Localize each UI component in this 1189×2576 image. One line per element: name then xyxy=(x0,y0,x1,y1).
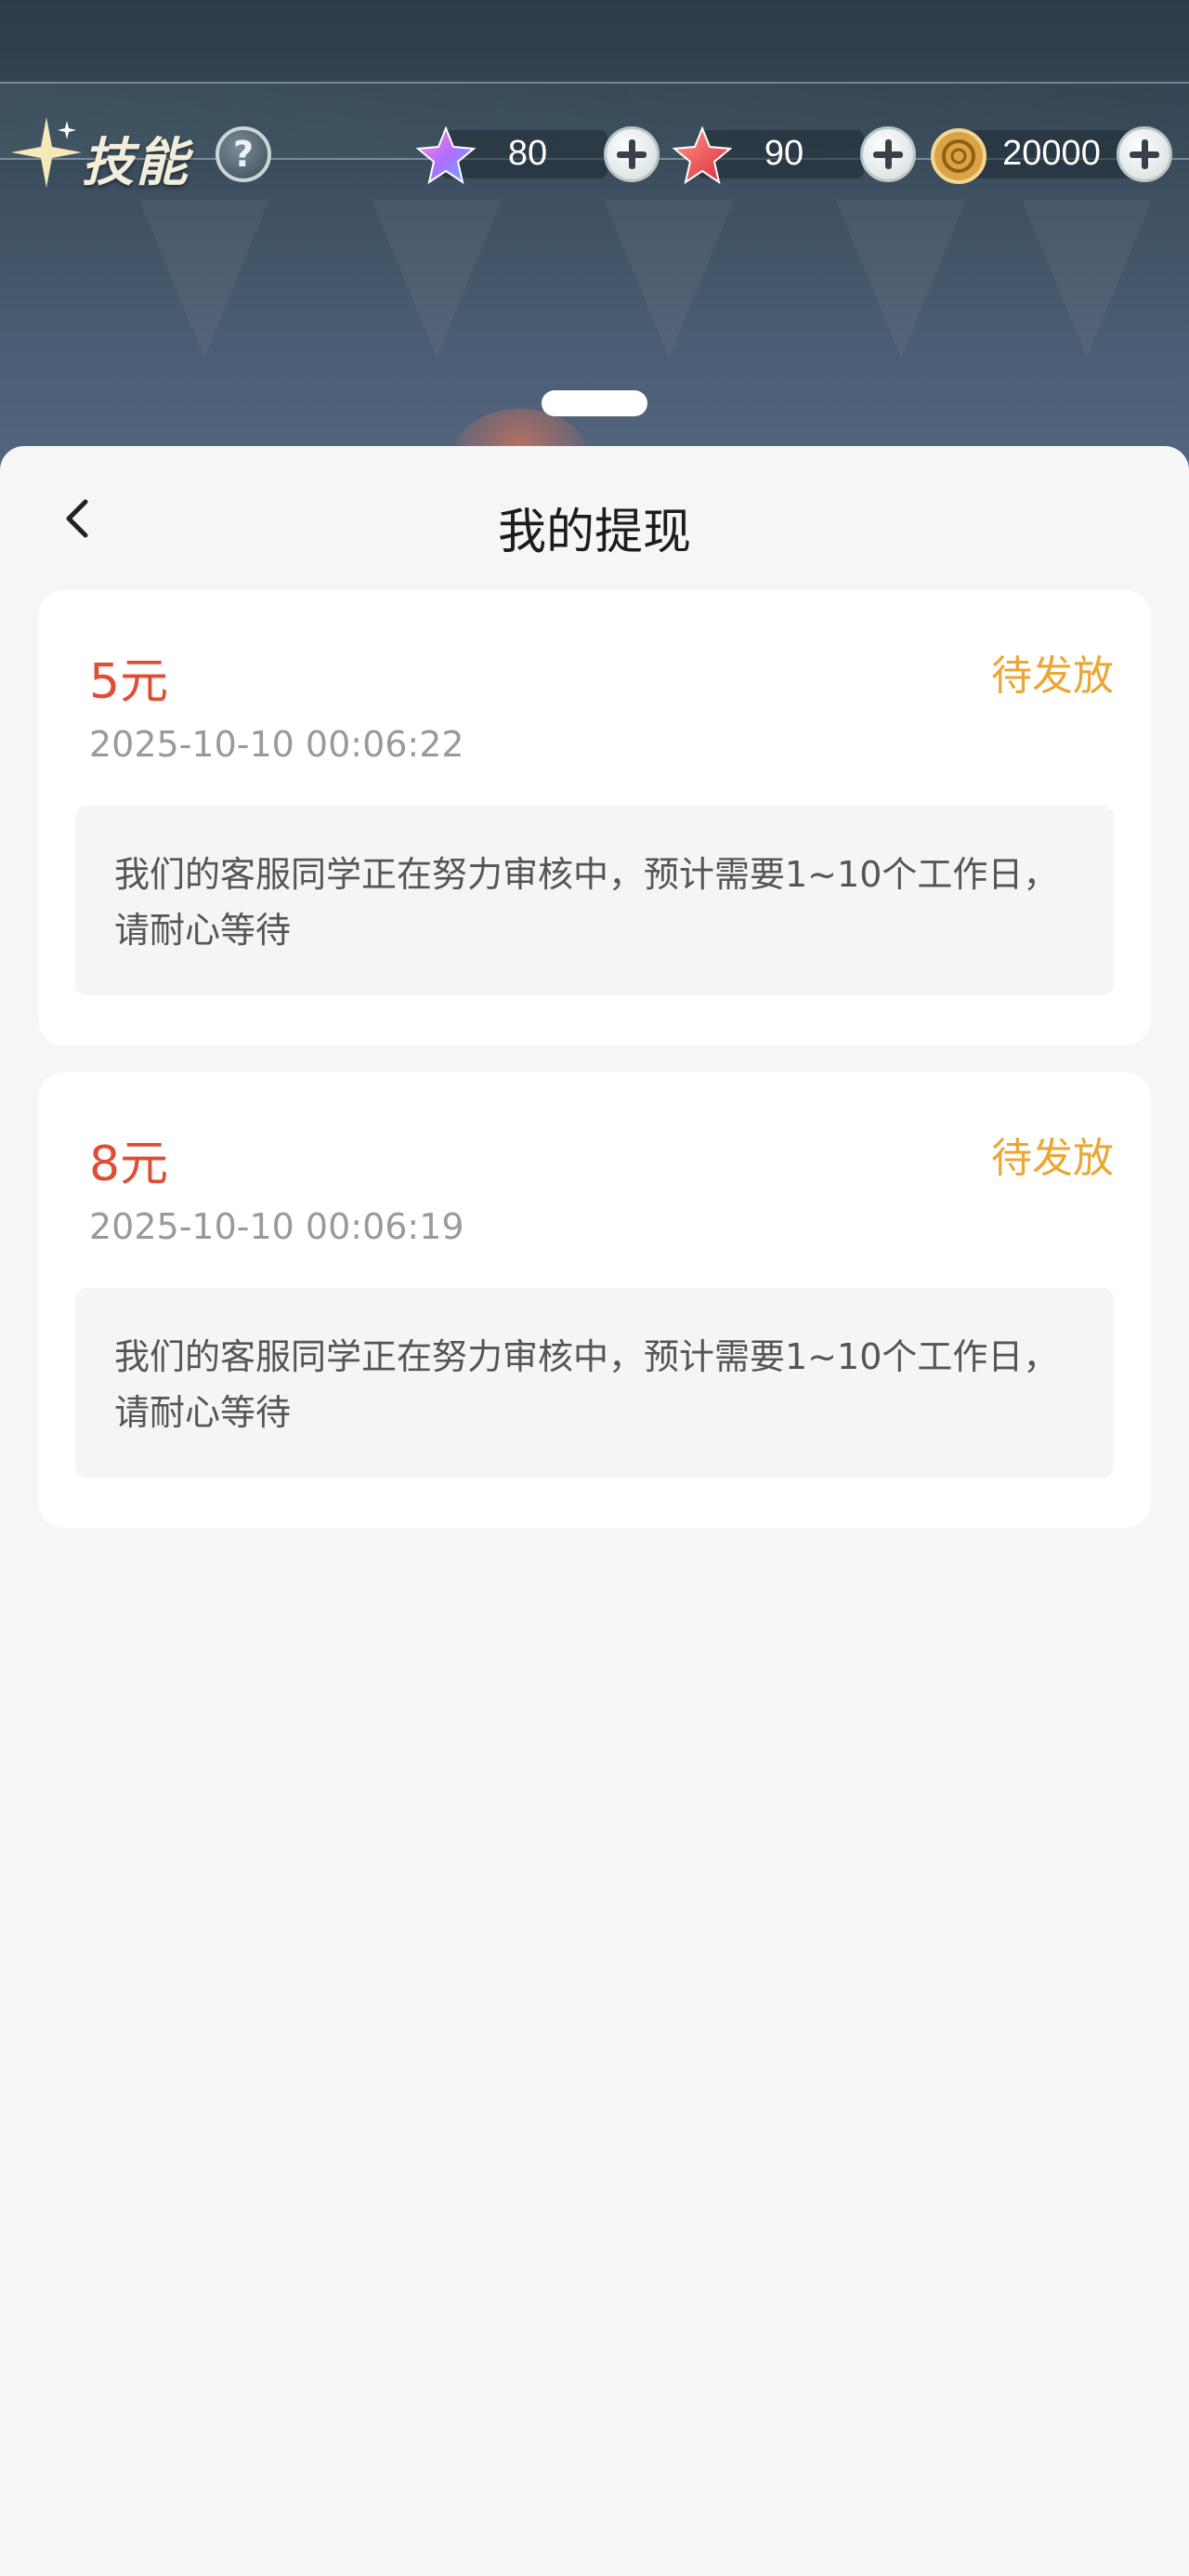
withdrawal-note: 我们的客服同学正在努力审核中，预计需要1~10个工作日，请耐心等待 xyxy=(75,806,1114,995)
background-decoration xyxy=(139,200,269,358)
withdrawal-note: 我们的客服同学正在努力审核中，预计需要1~10个工作日，请耐心等待 xyxy=(75,1288,1114,1478)
background-decoration xyxy=(372,200,502,358)
currency-value: 90 xyxy=(764,134,804,173)
withdrawal-card: 8元 待发放 2025-10-10 00:06:19 我们的客服同学正在努力审核… xyxy=(38,1072,1151,1528)
currency-value: 20000 xyxy=(1002,134,1101,173)
purple-star-icon xyxy=(416,126,476,185)
add-purple-star-button[interactable] xyxy=(604,126,660,182)
background-decoration xyxy=(836,200,966,358)
currency-gold-coin: 20000 xyxy=(929,126,1176,184)
background-decoration xyxy=(604,200,734,358)
red-star-icon xyxy=(673,126,732,185)
page-title: 我的提现 xyxy=(497,505,691,560)
background-decoration xyxy=(1022,200,1152,358)
withdrawal-amount: 5元 xyxy=(89,654,169,710)
currency-purple-star: 80 xyxy=(416,126,660,185)
currency-red-star: 90 xyxy=(673,126,916,185)
sheet-drag-handle[interactable] xyxy=(542,390,647,416)
withdrawal-sheet: 我的提现 5元 待发放 2025-10-10 00:06:22 我们的客服同学正… xyxy=(0,446,1189,2576)
withdrawal-status: 待发放 xyxy=(991,652,1114,700)
sparkle-icon xyxy=(11,117,82,188)
currency-value: 80 xyxy=(507,134,548,173)
withdrawal-amount: 8元 xyxy=(89,1137,169,1192)
withdrawal-time: 2025-10-10 00:06:19 xyxy=(89,1206,464,1247)
add-gold-coin-button[interactable] xyxy=(1117,126,1172,182)
withdrawal-card: 5元 待发放 2025-10-10 00:06:22 我们的客服同学正在努力审核… xyxy=(38,590,1151,1045)
gold-coin-icon xyxy=(931,128,986,184)
add-red-star-button[interactable] xyxy=(860,126,916,182)
skill-title-label: 技能 xyxy=(82,133,189,193)
withdrawal-time: 2025-10-10 00:06:22 xyxy=(89,724,464,765)
help-button[interactable]: ? xyxy=(216,126,271,182)
withdrawal-status: 待发放 xyxy=(991,1135,1114,1182)
